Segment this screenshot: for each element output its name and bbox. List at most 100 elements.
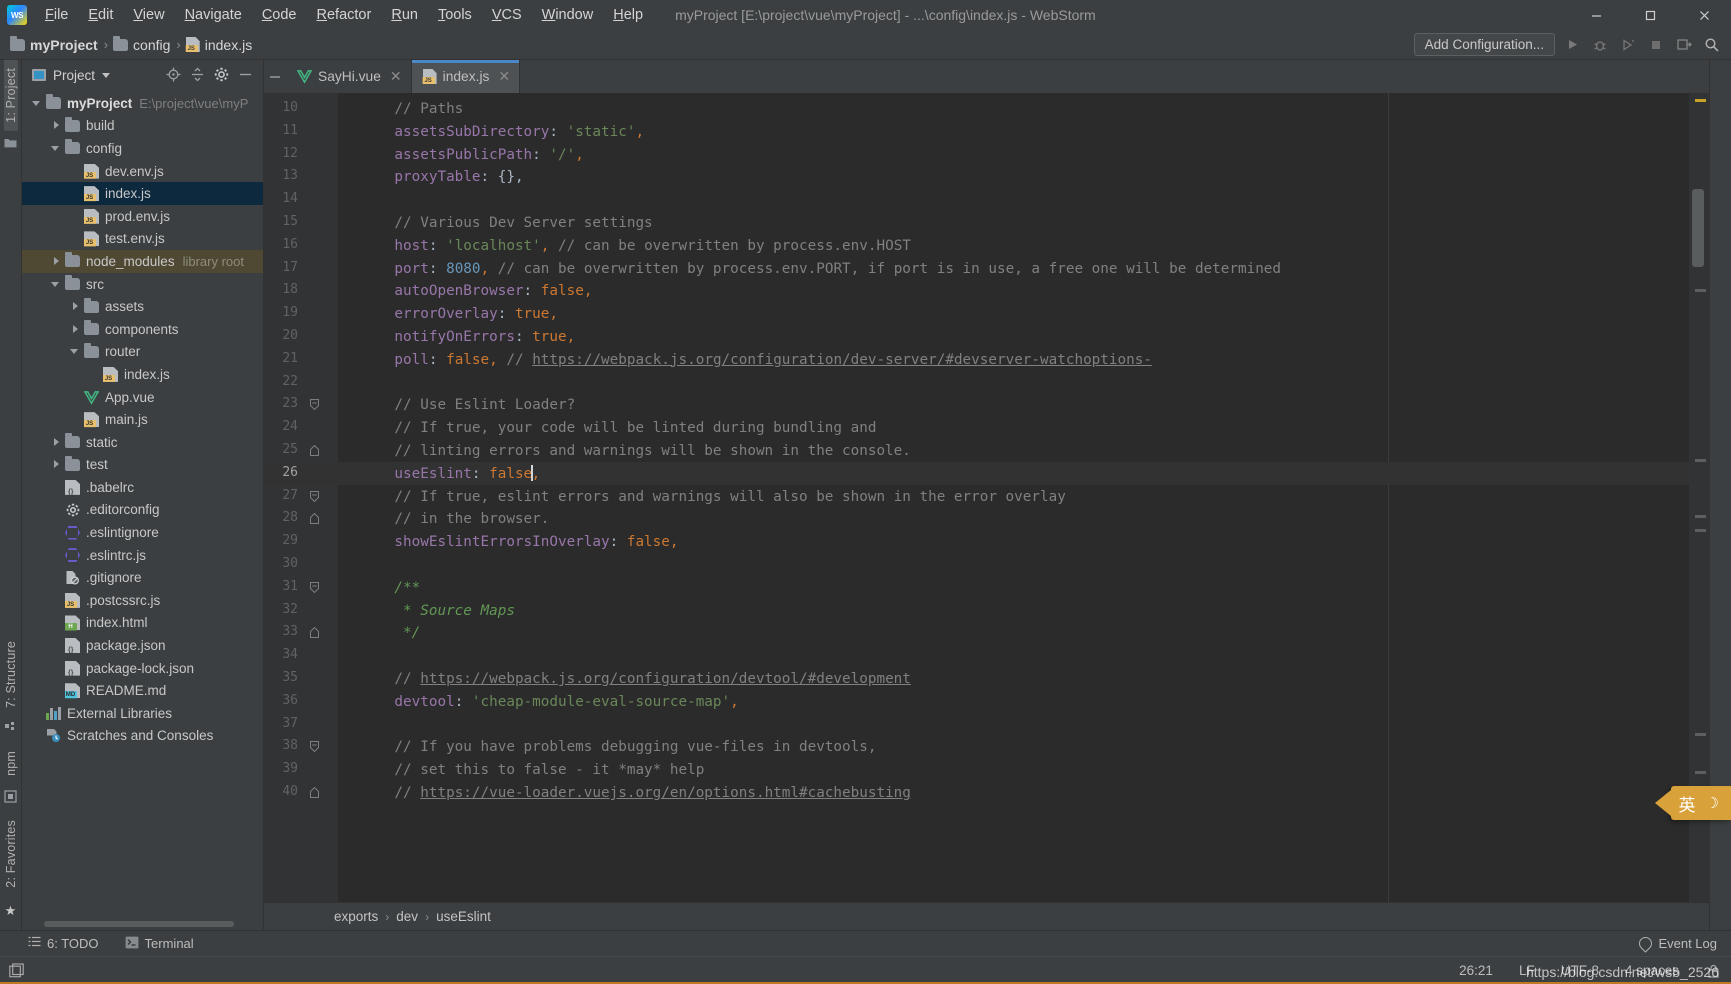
- chevron-right-icon[interactable]: [51, 459, 62, 470]
- editor-scrollbar-thumb[interactable]: [1692, 189, 1704, 267]
- locate-file-icon[interactable]: [166, 67, 181, 84]
- fold-end-icon[interactable]: [309, 787, 320, 798]
- menu-item-tools[interactable]: Tools: [428, 4, 482, 26]
- line-number-gutter[interactable]: 10 11 12 13 14 15 16 17 18 19 20 21 22 23 24 25 26 27 28 29…: [264, 93, 338, 902]
- tree-node-node-modules[interactable]: node_modules library root: [22, 250, 263, 273]
- file-encoding[interactable]: UTF-8: [1561, 963, 1599, 978]
- tree-node-static[interactable]: static: [22, 431, 263, 454]
- close-tab-icon[interactable]: ✕: [390, 68, 402, 85]
- line-number[interactable]: 38: [268, 738, 298, 753]
- line-number[interactable]: 28: [268, 510, 298, 525]
- sidebar-item-structure[interactable]: 7: Structure: [4, 633, 18, 716]
- toggle-toolwindows-icon[interactable]: [8, 963, 24, 979]
- code-line[interactable]: // Use Eslint Loader?: [360, 394, 575, 417]
- sidebar-item-favorites[interactable]: 2: Favorites: [4, 812, 18, 896]
- tree-node-build[interactable]: build: [22, 115, 263, 138]
- editor-breadcrumb-item[interactable]: useEslint: [436, 909, 491, 924]
- tree-node-external-libraries[interactable]: External Libraries: [22, 702, 263, 725]
- tree-node-readme-md[interactable]: MD README.md: [22, 679, 263, 702]
- tree-node-index-js[interactable]: JS index.js: [22, 363, 263, 386]
- menu-bar[interactable]: File Edit View Navigate Code Refactor Run Tools…: [35, 4, 653, 26]
- line-number[interactable]: 22: [268, 374, 298, 389]
- line-number[interactable]: 23: [268, 396, 298, 411]
- editor-breadcrumb[interactable]: exports › dev › useEslint: [264, 902, 1709, 930]
- close-button[interactable]: [1677, 0, 1731, 30]
- code-line[interactable]: errorOverlay: true,: [360, 303, 558, 326]
- collapse-all-icon[interactable]: [190, 67, 205, 84]
- tree-node-package-lock-json[interactable]: package-lock.json: [22, 657, 263, 680]
- editor-breadcrumb-item[interactable]: dev: [396, 909, 418, 924]
- code-line[interactable]: // If true, your code will be linted dur…: [360, 417, 876, 440]
- tree-node-app-vue[interactable]: App.vue: [22, 386, 263, 409]
- stripe-mark[interactable]: [1695, 99, 1706, 102]
- tree-node-index-js[interactable]: JS index.js: [22, 182, 263, 205]
- menu-item-run[interactable]: Run: [381, 4, 428, 26]
- minimize-button[interactable]: [1569, 0, 1623, 30]
- line-number[interactable]: 16: [268, 237, 298, 252]
- menu-item-refactor[interactable]: Refactor: [307, 4, 382, 26]
- line-number[interactable]: 40: [268, 784, 298, 799]
- stripe-mark[interactable]: [1695, 771, 1706, 774]
- tree-node-scratches-and-consoles[interactable]: Scratches and Consoles: [22, 725, 263, 748]
- line-number[interactable]: 25: [268, 442, 298, 457]
- tree-node-config[interactable]: config: [22, 137, 263, 160]
- caret-position[interactable]: 26:21: [1459, 963, 1493, 978]
- code-line[interactable]: // If true, eslint errors and warnings w…: [360, 486, 1065, 509]
- code-line[interactable]: notifyOnErrors: true,: [360, 326, 575, 349]
- line-number[interactable]: 31: [268, 579, 298, 594]
- fold-expanded-icon[interactable]: [309, 741, 320, 753]
- line-number[interactable]: 18: [268, 282, 298, 297]
- line-number[interactable]: 13: [268, 168, 298, 183]
- breadcrumb-item-myproject[interactable]: myProject: [10, 35, 98, 53]
- line-number[interactable]: 17: [268, 260, 298, 275]
- menu-item-file[interactable]: File: [35, 4, 78, 26]
- breadcrumb-item-index-js[interactable]: index.js: [185, 37, 252, 53]
- chevron-down-icon[interactable]: [102, 72, 111, 78]
- code-line[interactable]: // in the browser.: [360, 508, 549, 531]
- line-number[interactable]: 11: [268, 123, 298, 138]
- add-configuration-button[interactable]: Add Configuration...: [1413, 33, 1555, 56]
- menu-item-window[interactable]: Window: [532, 4, 604, 26]
- tree-node-prod-env-js[interactable]: JS prod.env.js: [22, 205, 263, 228]
- tree-node-test[interactable]: test: [22, 454, 263, 477]
- tree-node-assets[interactable]: assets: [22, 295, 263, 318]
- project-horizontal-scrollbar[interactable]: [22, 918, 263, 930]
- fold-expanded-icon[interactable]: [309, 581, 320, 593]
- run-with-coverage-icon[interactable]: [1617, 34, 1639, 56]
- line-number[interactable]: 34: [268, 647, 298, 662]
- debug-icon[interactable]: [1589, 34, 1611, 56]
- fold-end-icon[interactable]: [309, 513, 320, 525]
- code-line[interactable]: devtool: 'cheap-module-eval-source-map',: [360, 691, 738, 714]
- fold-end-icon[interactable]: [309, 627, 320, 639]
- line-number[interactable]: 21: [268, 351, 298, 366]
- menu-item-view[interactable]: View: [123, 4, 174, 26]
- tree-node-test-env-js[interactable]: JS test.env.js: [22, 228, 263, 251]
- code-link[interactable]: https://webpack.js.org/configuration/dev…: [420, 671, 911, 687]
- fold-expanded-icon[interactable]: [309, 399, 320, 411]
- chevron-right-icon[interactable]: [70, 301, 81, 312]
- line-separator[interactable]: LF: [1519, 963, 1535, 978]
- code-line[interactable]: /**: [360, 577, 420, 600]
- tree-node-package-json[interactable]: package.json: [22, 634, 263, 657]
- code-line[interactable]: // Paths: [360, 98, 463, 121]
- line-number[interactable]: 37: [268, 716, 298, 731]
- tree-node-dev-env-js[interactable]: JS dev.env.js: [22, 160, 263, 183]
- menu-item-vcs[interactable]: VCS: [482, 4, 532, 26]
- line-number[interactable]: 30: [268, 556, 298, 571]
- code-line[interactable]: proxyTable: {},: [360, 166, 523, 189]
- gear-icon[interactable]: [214, 67, 229, 84]
- chevron-down-icon[interactable]: [32, 98, 43, 109]
- tree-node--editorconfig[interactable]: .editorconfig: [22, 499, 263, 522]
- code-line[interactable]: // Various Dev Server settings: [360, 212, 652, 235]
- fold-end-icon[interactable]: [309, 445, 320, 456]
- sidebar-item-npm[interactable]: npm: [4, 743, 18, 784]
- code-line[interactable]: assetsSubDirectory: 'static',: [360, 121, 644, 144]
- line-number[interactable]: 29: [268, 533, 298, 548]
- chevron-right-icon[interactable]: [51, 256, 62, 267]
- menu-item-help[interactable]: Help: [603, 4, 653, 26]
- update-project-icon[interactable]: [1673, 34, 1695, 56]
- code-line[interactable]: */: [360, 622, 420, 645]
- stop-icon[interactable]: [1645, 34, 1667, 56]
- editor-tab-index-js[interactable]: index.js ✕: [411, 60, 521, 93]
- code-link[interactable]: https://webpack.js.org/configuration/dev…: [532, 352, 1152, 368]
